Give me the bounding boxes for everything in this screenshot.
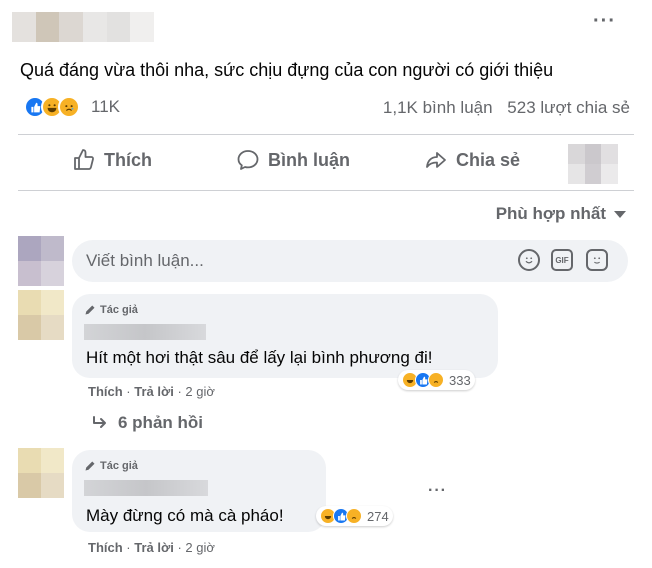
post-author-avatar-blurred[interactable] — [12, 12, 154, 42]
reaction-count: 11K — [91, 97, 120, 116]
share-arrow-icon — [426, 152, 446, 168]
caret-down-icon — [614, 210, 626, 218]
comment-button-label: Bình luận — [268, 149, 350, 170]
comment-bubble: Tác giả Hít một hơi thật sâu để lấy lại … — [72, 294, 498, 378]
comment-meta: Thích · Trả lời · 2 giờ — [88, 384, 215, 399]
share-as-avatar-blurred[interactable] — [568, 144, 618, 184]
comment-button[interactable]: Bình luận — [236, 148, 350, 172]
sticker-icon[interactable] — [586, 249, 608, 271]
commenter-avatar-blurred[interactable] — [18, 290, 64, 340]
emoji-icon[interactable] — [518, 249, 540, 271]
comment-like-link[interactable]: Thích — [88, 384, 123, 399]
comment-reply-link[interactable]: Trả lời — [134, 540, 174, 555]
share-count-link[interactable]: 523 lượt chia sẻ — [507, 98, 630, 117]
commenter-name-blurred[interactable] — [84, 324, 206, 340]
my-avatar-blurred[interactable] — [18, 236, 64, 286]
commenter-avatar-blurred[interactable] — [18, 448, 64, 498]
comment-count-link[interactable]: 1,1K bình luận — [383, 98, 493, 117]
view-replies-label: 6 phản hồi — [118, 413, 203, 432]
view-replies-link[interactable]: 6 phản hồi — [92, 413, 203, 433]
comment-reaction-count: 333 — [449, 372, 471, 388]
comment-reaction-count: 274 — [367, 508, 389, 524]
like-button-label: Thích — [104, 149, 152, 170]
comment-like-link[interactable]: Thích — [88, 540, 123, 555]
author-badge-label: Tác giả — [100, 304, 138, 316]
commenter-name-blurred[interactable] — [84, 480, 208, 496]
post-text: Quá đáng vừa thôi nha, sức chịu đựng của… — [20, 60, 554, 80]
comment-text: Hít một hơi thật sâu để lấy lại bình phư… — [86, 348, 433, 367]
comment-text: Mày đừng có mà cà pháo! — [86, 506, 284, 525]
comment-reply-link[interactable]: Trả lời — [134, 384, 174, 399]
comment-more-options-icon[interactable]: ··· — [428, 482, 447, 500]
pencil-icon — [85, 461, 95, 471]
comment-reactions[interactable]: 274 — [316, 506, 393, 526]
sort-label: Phù hợp nhất — [495, 204, 606, 223]
comment-meta: Thích · Trả lời · 2 giờ — [88, 540, 215, 555]
speech-bubble-icon — [237, 150, 259, 170]
divider — [18, 134, 634, 135]
thumbs-up-icon — [74, 149, 94, 170]
pencil-icon — [85, 305, 95, 315]
comment-input[interactable]: Viết bình luận... GIF — [72, 240, 628, 282]
post-more-options-icon[interactable]: ··· — [593, 10, 616, 33]
sad-reaction-icon — [58, 96, 80, 118]
author-badge: Tác giả — [84, 460, 138, 472]
post-stats: 1,1K bình luận 523 lượt chia sẻ — [383, 98, 630, 118]
comment-time[interactable]: 2 giờ — [185, 384, 215, 399]
author-badge-label: Tác giả — [100, 460, 138, 472]
comment-sort-dropdown[interactable]: Phù hợp nhất — [496, 204, 626, 224]
sad-reaction-icon — [346, 508, 362, 524]
sad-reaction-icon — [428, 372, 444, 388]
comment-reactions[interactable]: 333 — [398, 370, 475, 390]
share-button[interactable]: Chia sẻ — [424, 148, 520, 172]
divider — [18, 190, 634, 191]
post-reactions[interactable]: 11K — [24, 96, 120, 118]
comment-bubble: Tác giả Mày đừng có mà cà pháo! — [72, 450, 326, 532]
gif-icon[interactable]: GIF — [551, 249, 573, 271]
share-button-label: Chia sẻ — [456, 149, 521, 170]
reply-arrow-icon — [93, 416, 106, 428]
author-badge: Tác giả — [84, 304, 138, 316]
comment-input-placeholder: Viết bình luận... — [86, 251, 204, 270]
comment-time[interactable]: 2 giờ — [185, 540, 215, 555]
like-button[interactable]: Thích — [72, 148, 152, 172]
